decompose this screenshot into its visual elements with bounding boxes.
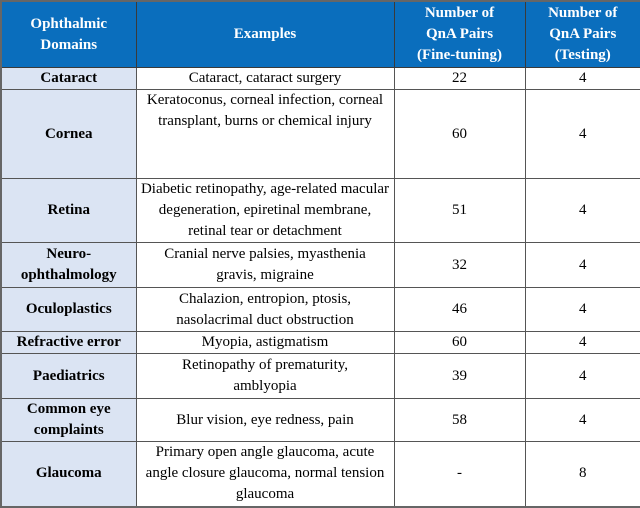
domain-cell: Paediatrics — [0, 353, 137, 399]
testing-cell: 8 — [524, 441, 640, 507]
header-line: QnA Pairs — [549, 26, 617, 42]
table-row: Cornea Keratoconus, corneal infection, c… — [0, 89, 640, 179]
examples-cell: Myopia, astigmatism — [135, 331, 395, 354]
header-testing-count: Number of QnA Pairs (Testing) — [524, 0, 640, 68]
table-row: Cataract Cataract, cataract surgery 22 4 — [0, 67, 640, 90]
header-line: Examples — [233, 26, 297, 42]
fine-tuning-cell: 58 — [393, 398, 526, 442]
testing-cell: 4 — [524, 178, 640, 243]
fine-tuning-cell: 60 — [393, 89, 526, 179]
testing-cell: 4 — [524, 67, 640, 90]
header-fine-tuning-count: Number of QnA Pairs (Fine-tuning) — [393, 0, 526, 68]
table-row: Retina Diabetic retinopathy, age-related… — [0, 178, 640, 243]
table-row: Refractive error Myopia, astigmatism 60 … — [0, 331, 640, 354]
table-row: Paediatrics Retinopathy of prematurity, … — [0, 353, 640, 399]
header-line: Ophthalmic — [30, 15, 108, 32]
examples-cell: Diabetic retinopathy, age-related macula… — [135, 178, 395, 243]
fine-tuning-cell: 32 — [393, 242, 526, 288]
testing-cell: 4 — [524, 353, 640, 399]
examples-cell: Blur vision, eye redness, pain — [135, 398, 395, 442]
testing-cell: 4 — [524, 242, 640, 288]
domain-cell: Refractive error — [0, 331, 137, 354]
domain-cell: Cataract — [0, 67, 137, 90]
domain-cell: Retina — [0, 178, 137, 243]
header-row: Ophthalmic Domains Examples Number of Qn… — [0, 0, 640, 68]
examples-cell: Cataract, cataract surgery — [135, 67, 395, 90]
testing-cell: 4 — [524, 398, 640, 442]
fine-tuning-cell: 39 — [393, 353, 526, 399]
header-line: QnA Pairs — [425, 26, 494, 42]
examples-cell: Chalazion, entropion, ptosis, nasolacrim… — [135, 287, 395, 332]
ophthalmic-domains-table: Ophthalmic Domains Examples Number of Qn… — [0, 0, 640, 508]
fine-tuning-cell: 22 — [393, 67, 526, 90]
header-line: (Testing) — [554, 47, 611, 63]
testing-cell: 4 — [524, 89, 640, 179]
table-row: Neuro-ophthalmology Cranial nerve palsie… — [0, 242, 640, 288]
table-row: Glaucoma Primary open angle glaucoma, ac… — [0, 441, 640, 507]
header-examples: Examples — [135, 0, 395, 68]
fine-tuning-cell: 46 — [393, 287, 526, 332]
table-row: Oculoplastics Chalazion, entropion, ptos… — [0, 287, 640, 332]
fine-tuning-cell: 51 — [393, 178, 526, 243]
header-ophthalmic-domains: Ophthalmic Domains — [0, 0, 137, 68]
examples-cell: Primary open angle glaucoma, acute angle… — [135, 441, 395, 507]
examples-cell: Cranial nerve palsies, myasthenia gravis… — [135, 242, 395, 288]
header-line: Domains — [40, 36, 98, 53]
table-row: Common eye complaints Blur vision, eye r… — [0, 398, 640, 442]
examples-cell: Retinopathy of prematurity, amblyopia — [135, 353, 395, 399]
domain-cell: Glaucoma — [0, 441, 137, 507]
domain-cell: Neuro-ophthalmology — [0, 242, 137, 288]
fine-tuning-cell: 60 — [393, 331, 526, 354]
domain-cell: Cornea — [0, 89, 137, 179]
domain-cell: Common eye complaints — [0, 398, 137, 442]
testing-cell: 4 — [524, 287, 640, 332]
testing-cell: 4 — [524, 331, 640, 354]
header-line: Number of — [548, 5, 618, 21]
header-line: (Fine-tuning) — [416, 47, 502, 63]
domain-cell: Oculoplastics — [0, 287, 137, 332]
header-line: Number of — [424, 5, 495, 21]
fine-tuning-cell: - — [393, 441, 526, 507]
examples-cell: Keratoconus, corneal infection, corneal … — [135, 89, 395, 179]
